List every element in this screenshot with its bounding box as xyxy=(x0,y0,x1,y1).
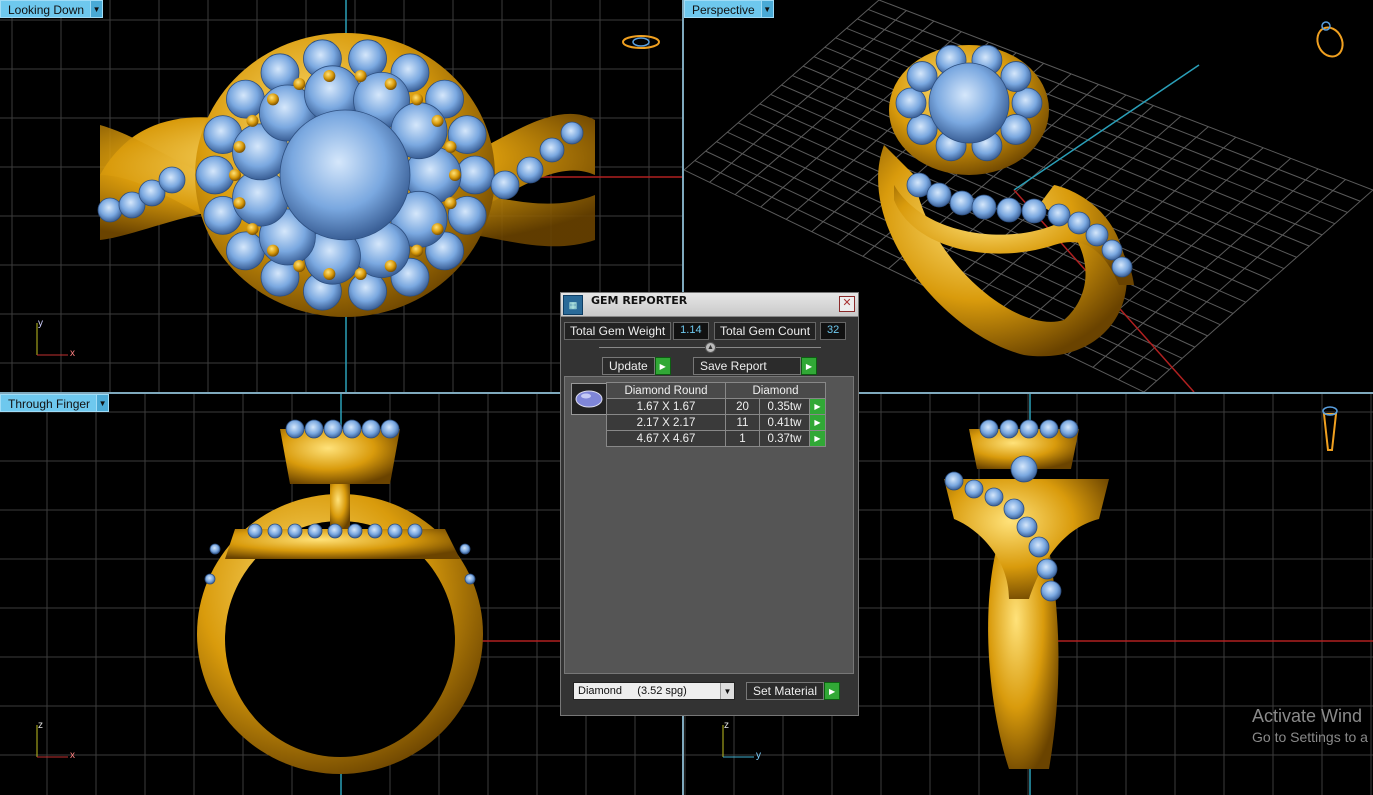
viewport-label-through-finger[interactable]: Through Finger ▼ xyxy=(0,394,110,412)
ring-perspective-view xyxy=(878,44,1134,357)
save-report-button[interactable]: Save Report ▶ xyxy=(693,357,817,375)
gem-size: 1.67 X 1.67 xyxy=(606,398,726,415)
ring-top-view xyxy=(97,33,595,317)
play-icon[interactable]: ▶ xyxy=(654,357,671,375)
material-select-value: Diamond (3.52 spg) xyxy=(578,685,687,697)
axis-z-label: z xyxy=(724,720,729,731)
axis-x-label: x xyxy=(70,750,75,761)
total-gem-count-value: 32 xyxy=(820,322,847,340)
dialog-title-bar[interactable]: ▦ GEM REPORTER ✕ xyxy=(561,293,858,317)
update-button[interactable]: Update ▶ xyxy=(602,357,671,375)
gem-list-panel: Diamond Round Diamond 1.67 X 1.67 20 0.3… xyxy=(564,376,854,674)
gem-reporter-dialog: ▦ GEM REPORTER ✕ Total Gem Weight 1.14 T… xyxy=(560,292,859,716)
watermark-line-2: Go to Settings to a xyxy=(1252,729,1368,745)
orientation-ring-icon xyxy=(622,35,660,49)
gem-reporter-icon: ▦ xyxy=(563,295,583,315)
total-gem-weight: Total Gem Weight 1.14 xyxy=(564,322,709,340)
chevron-down-icon[interactable]: ▼ xyxy=(720,683,734,699)
axis-indicator: y x xyxy=(30,318,80,359)
table-row[interactable]: 2.17 X 2.17 11 0.41tw ▶ xyxy=(606,414,826,431)
gem-count: 20 xyxy=(725,398,760,415)
update-button-label: Update xyxy=(602,357,655,375)
column-header-material: Diamond xyxy=(725,382,826,399)
activation-watermark: Activate Wind Go to Settings to a xyxy=(1252,706,1368,745)
axis-z-label: z xyxy=(38,720,43,731)
gem-size: 4.67 X 4.67 xyxy=(606,430,726,447)
play-icon[interactable]: ▶ xyxy=(801,357,817,375)
table-row[interactable]: 1.67 X 1.67 20 0.35tw ▶ xyxy=(606,398,826,415)
gem-weight: 0.37tw xyxy=(759,430,810,447)
play-icon[interactable]: ▶ xyxy=(809,430,826,447)
total-gem-count: Total Gem Count 32 xyxy=(714,322,847,340)
total-gem-weight-label: Total Gem Weight xyxy=(564,322,672,340)
gem-count: 1 xyxy=(725,430,760,447)
gem-table: Diamond Round Diamond 1.67 X 1.67 20 0.3… xyxy=(606,382,826,447)
diamond-gem-icon[interactable] xyxy=(571,383,607,415)
total-gem-weight-value: 1.14 xyxy=(673,322,709,340)
set-material-button[interactable]: Set Material ▶ xyxy=(746,682,841,700)
column-header-shape: Diamond Round xyxy=(606,382,726,399)
axis-x-label: x xyxy=(70,348,75,359)
close-icon[interactable]: ✕ xyxy=(839,296,855,312)
axis-y-label: y xyxy=(756,750,761,761)
viewport-label-text: Through Finger xyxy=(0,394,98,412)
material-select[interactable]: Diamond (3.52 spg) ▼ xyxy=(573,682,735,700)
viewport-label-perspective[interactable]: Perspective ▼ xyxy=(684,0,774,18)
orientation-ring-icon xyxy=(1322,406,1338,451)
orientation-ring-icon xyxy=(1316,21,1344,58)
chevron-down-icon[interactable]: ▼ xyxy=(97,394,110,412)
viewport-label-looking-down[interactable]: Looking Down ▼ xyxy=(0,0,104,18)
viewport-label-text: Looking Down xyxy=(0,0,92,18)
gem-weight: 0.41tw xyxy=(759,414,810,431)
save-report-button-label: Save Report xyxy=(693,357,801,375)
total-gem-count-label: Total Gem Count xyxy=(714,322,817,340)
play-icon[interactable]: ▶ xyxy=(809,414,826,431)
play-icon[interactable]: ▶ xyxy=(809,398,826,415)
play-icon[interactable]: ▶ xyxy=(824,682,841,700)
dialog-title: GEM REPORTER xyxy=(591,294,688,307)
axis-indicator: z x xyxy=(30,720,80,761)
axis-indicator: z y xyxy=(716,720,766,761)
ring-end-view xyxy=(944,419,1109,769)
ring-side-view xyxy=(197,419,483,774)
gem-size: 2.17 X 2.17 xyxy=(606,414,726,431)
viewport-label-text: Perspective xyxy=(684,0,762,18)
table-row[interactable]: 4.67 X 4.67 1 0.37tw ▶ xyxy=(606,430,826,447)
axis-y-label: y xyxy=(38,318,43,329)
watermark-line-1: Activate Wind xyxy=(1252,706,1363,726)
gem-weight: 0.35tw xyxy=(759,398,810,415)
collapse-icon[interactable]: ▲ xyxy=(705,342,716,353)
chevron-down-icon[interactable]: ▼ xyxy=(761,0,774,18)
set-material-button-label: Set Material xyxy=(746,682,825,700)
gem-count: 11 xyxy=(725,414,760,431)
chevron-down-icon[interactable]: ▼ xyxy=(91,0,104,18)
